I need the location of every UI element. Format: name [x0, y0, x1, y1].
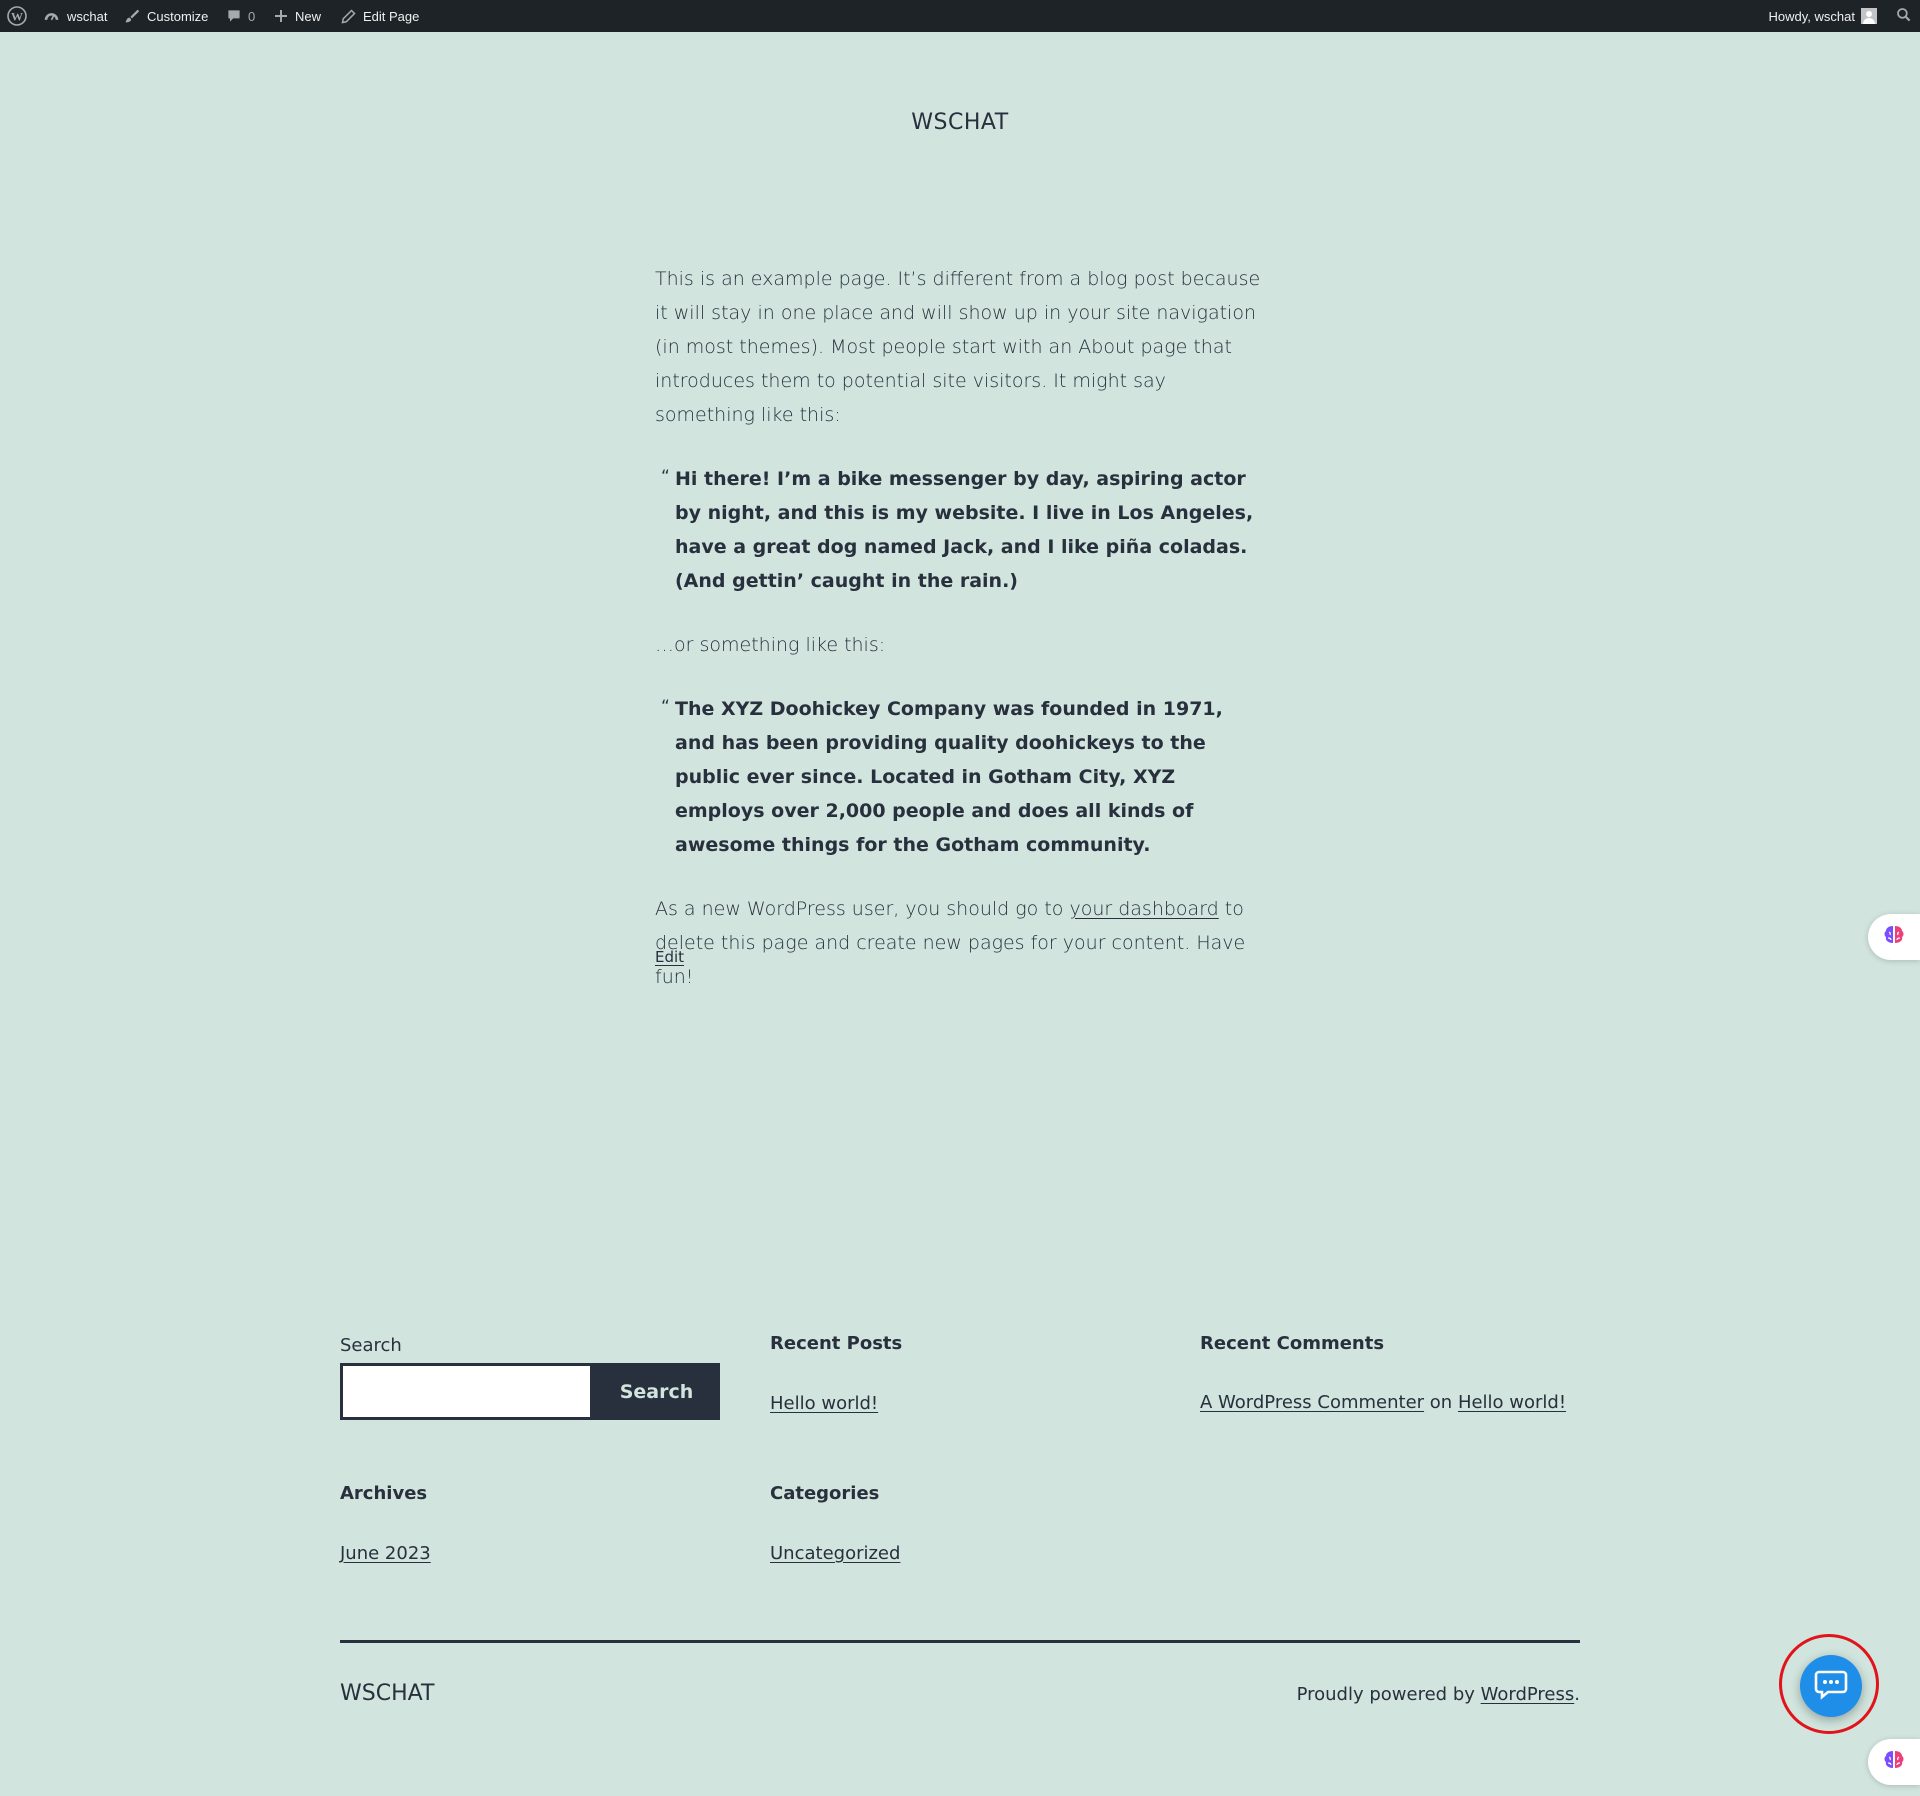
archive-link[interactable]: June 2023 — [340, 1543, 431, 1564]
widget-title: Recent Posts — [770, 1333, 903, 1354]
quote-mark: “ — [661, 467, 670, 487]
widget-title: Recent Comments — [1200, 1333, 1385, 1354]
pencil-icon — [341, 8, 356, 24]
admin-bar-customize-label: Customize — [147, 8, 209, 24]
search-button[interactable]: Search — [593, 1363, 720, 1420]
assistant-side-tab[interactable] — [1868, 1739, 1920, 1785]
search-input[interactable] — [340, 1363, 593, 1420]
admin-bar-site-link[interactable]: wschat — [43, 0, 107, 32]
blockquote: “ The XYZ Doohickey Company was founded … — [655, 692, 1265, 862]
admin-bar-site-name: wschat — [67, 8, 108, 24]
quote-text: The XYZ Doohickey Company was founded in… — [675, 698, 1223, 856]
page-content: This is an example page. It’s different … — [655, 262, 1265, 1024]
categories-widget: Categories — [770, 1483, 879, 1504]
avatar — [1861, 8, 1877, 24]
outro-paragraph: As a new WordPress user, you should go t… — [655, 892, 1265, 994]
footer-site-title[interactable]: WSCHAT — [340, 1681, 434, 1706]
admin-bar: W wschat Customize 0 New Edit Page Howdy… — [0, 0, 1920, 32]
outro-text-start: As a new WordPress user, you should go t… — [655, 898, 1070, 920]
comment-icon — [226, 8, 242, 24]
recent-comment-item: A WordPress Commenter on Hello world! — [1200, 1392, 1566, 1413]
search-widget-label: Search — [340, 1335, 402, 1356]
middle-paragraph: …or something like this: — [655, 634, 886, 656]
comment-post-link[interactable]: Hello world! — [1458, 1392, 1566, 1413]
chat-launcher-button[interactable] — [1800, 1655, 1862, 1717]
brain-icon — [1882, 923, 1906, 951]
dashboard-link[interactable]: your dashboard — [1069, 898, 1218, 920]
powered-by-suffix: . — [1574, 1684, 1580, 1705]
plus-icon — [274, 9, 288, 23]
search-label: Search — [340, 1335, 402, 1356]
recent-comments-widget: Recent Comments — [1200, 1333, 1384, 1354]
brain-icon — [1882, 1748, 1906, 1776]
widget-title: Archives — [340, 1483, 428, 1504]
site-title[interactable]: WSCHAT — [0, 110, 1920, 135]
comment-author-link[interactable]: A WordPress Commenter — [1200, 1392, 1424, 1413]
assistant-side-tab[interactable] — [1868, 914, 1920, 960]
quote-mark: “ — [661, 697, 670, 717]
edit-link[interactable]: Edit — [655, 948, 684, 966]
search-form: Search — [340, 1363, 720, 1420]
admin-bar-new-label: New — [295, 8, 322, 24]
powered-by: Proudly powered by WordPress. — [1297, 1684, 1580, 1705]
comments-count: 0 — [248, 8, 256, 24]
powered-by-text: Proudly powered by — [1296, 1684, 1481, 1705]
recent-posts-widget: Recent Posts — [770, 1333, 902, 1354]
quote-text: Hi there! I’m a bike messenger by day, a… — [675, 468, 1254, 592]
archives-widget: Archives — [340, 1483, 427, 1504]
admin-bar-edit-page-label: Edit Page — [363, 8, 420, 24]
admin-bar-edit-page[interactable]: Edit Page — [341, 0, 419, 32]
footer-divider — [340, 1640, 1580, 1643]
category-link[interactable]: Uncategorized — [770, 1543, 900, 1564]
brush-icon — [124, 8, 140, 24]
admin-bar-search[interactable] — [1896, 0, 1912, 32]
svg-text:W: W — [11, 10, 23, 24]
blockquote: “ Hi there! I’m a bike messenger by day,… — [655, 462, 1265, 598]
recent-post-link[interactable]: Hello world! — [770, 1393, 878, 1414]
widget-title: Categories — [770, 1483, 880, 1504]
comment-on-text: on — [1424, 1392, 1458, 1413]
admin-bar-account[interactable]: Howdy, wschat — [1769, 0, 1877, 32]
search-icon — [1896, 7, 1912, 26]
wordpress-link[interactable]: WordPress — [1481, 1684, 1575, 1705]
admin-bar-howdy: Howdy, wschat — [1768, 8, 1855, 24]
chat-bubble-icon — [1814, 1668, 1848, 1704]
admin-bar-customize[interactable]: Customize — [124, 0, 208, 32]
admin-bar-comments[interactable]: 0 — [226, 0, 255, 32]
dashboard-icon — [43, 8, 60, 25]
wordpress-logo-icon[interactable]: W — [7, 0, 27, 32]
admin-bar-new[interactable]: New — [274, 0, 321, 32]
intro-paragraph: This is an example page. It’s different … — [655, 268, 1261, 426]
